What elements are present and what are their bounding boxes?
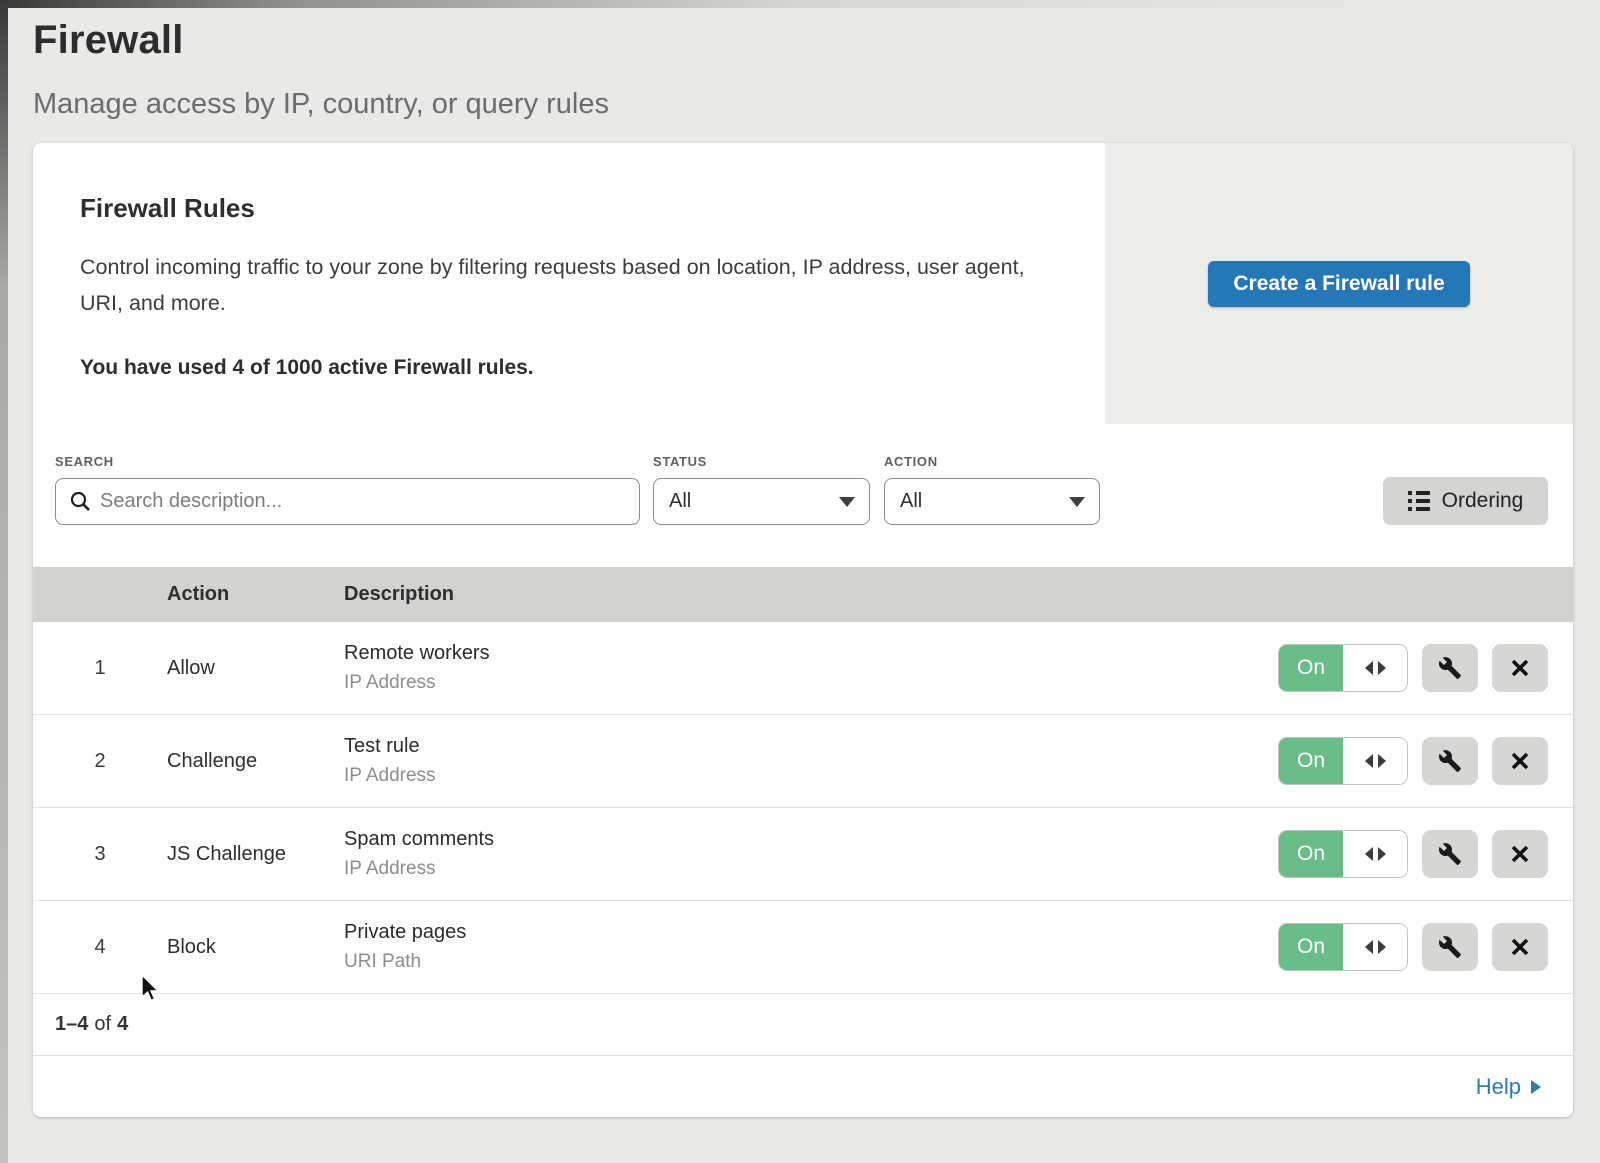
pagination: 1–4 of 4 (33, 994, 1573, 1055)
close-icon (1509, 843, 1531, 865)
rule-description: Test rule (344, 735, 1278, 758)
ordering-label: Ordering (1442, 489, 1524, 513)
status-field: STATUS All (653, 454, 870, 525)
pagination-range: 1–4 (55, 1013, 88, 1036)
chevron-down-icon (1069, 497, 1085, 507)
toggle-on-label: On (1279, 924, 1343, 970)
close-icon (1509, 936, 1531, 958)
rule-description-cell: Test rule IP Address (344, 735, 1278, 787)
search-input[interactable] (55, 478, 640, 525)
chevron-down-icon (839, 497, 855, 507)
search-icon (69, 490, 92, 513)
action-label: ACTION (884, 454, 1100, 469)
delete-rule-button[interactable] (1492, 644, 1548, 692)
toggle-on-label: On (1279, 645, 1343, 691)
rule-match-field: IP Address (344, 765, 1278, 787)
filter-bar: SEARCH STATUS All ACTION All (33, 424, 1573, 567)
rule-enabled-toggle[interactable]: On (1278, 737, 1408, 785)
page-subtitle: Manage access by IP, country, or query r… (33, 85, 1600, 123)
rule-description-cell: Remote workers IP Address (344, 642, 1278, 694)
ordering-button[interactable]: Ordering (1383, 477, 1548, 525)
edit-rule-button[interactable] (1422, 830, 1478, 878)
toggle-on-label: On (1279, 738, 1343, 784)
status-select[interactable]: All (653, 478, 870, 525)
help-link[interactable]: Help (1476, 1074, 1541, 1100)
firewall-rules-card: Firewall Rules Control incoming traffic … (33, 143, 1573, 1117)
page-header: Firewall Manage access by IP, country, o… (0, 0, 1600, 123)
rule-description: Spam comments (344, 828, 1278, 851)
column-header-description: Description (344, 583, 1573, 606)
rule-action: Challenge (167, 750, 344, 773)
action-selected-value: All (900, 490, 922, 513)
card-footer: Help (33, 1055, 1573, 1117)
create-firewall-rule-button[interactable]: Create a Firewall rule (1208, 261, 1469, 307)
toggle-on-label: On (1279, 831, 1343, 877)
window-edge-left (0, 0, 8, 1163)
table-row: 1 Allow Remote workers IP Address On (33, 622, 1573, 715)
rule-priority: 2 (33, 750, 167, 773)
edit-rule-button[interactable] (1422, 737, 1478, 785)
rule-enabled-toggle[interactable]: On (1278, 830, 1408, 878)
usage-note: You have used 4 of 1000 active Firewall … (80, 356, 1065, 380)
rule-controls: On (1278, 644, 1548, 692)
rule-action: JS Challenge (167, 843, 344, 866)
help-arrow-icon (1531, 1080, 1541, 1094)
delete-rule-button[interactable] (1492, 830, 1548, 878)
delete-rule-button[interactable] (1492, 923, 1548, 971)
pagination-total: 4 (117, 1013, 128, 1036)
rule-enabled-toggle[interactable]: On (1278, 644, 1408, 692)
toggle-arrows-icon (1343, 831, 1407, 877)
window-edge-top (0, 0, 1600, 8)
column-header-action: Action (167, 583, 344, 606)
table-row: 3 JS Challenge Spam comments IP Address … (33, 808, 1573, 901)
card-top-section: Firewall Rules Control incoming traffic … (33, 143, 1573, 424)
rule-description-cell: Spam comments IP Address (344, 828, 1278, 880)
status-label: STATUS (653, 454, 870, 469)
rule-action: Block (167, 936, 344, 959)
toggle-arrows-icon (1343, 924, 1407, 970)
rule-match-field: IP Address (344, 672, 1278, 694)
search-label: SEARCH (55, 454, 640, 469)
create-rule-panel: Create a Firewall rule (1105, 143, 1573, 424)
delete-rule-button[interactable] (1492, 737, 1548, 785)
action-field: ACTION All (884, 454, 1100, 525)
edit-rule-button[interactable] (1422, 923, 1478, 971)
pagination-of: of (94, 1013, 111, 1036)
rule-match-field: IP Address (344, 858, 1278, 880)
rule-priority: 3 (33, 843, 167, 866)
close-icon (1509, 657, 1531, 679)
wrench-icon (1438, 749, 1462, 773)
rule-priority: 1 (33, 657, 167, 680)
wrench-icon (1438, 842, 1462, 866)
rule-description: Remote workers (344, 642, 1278, 665)
ordering-list-icon (1408, 491, 1430, 511)
action-select[interactable]: All (884, 478, 1100, 525)
table-header: Action Description (33, 567, 1573, 622)
rule-controls: On (1278, 737, 1548, 785)
rule-priority: 4 (33, 936, 167, 959)
toggle-arrows-icon (1343, 738, 1407, 784)
page-title: Firewall (33, 16, 1600, 64)
help-label: Help (1476, 1074, 1521, 1100)
edit-rule-button[interactable] (1422, 644, 1478, 692)
card-heading: Firewall Rules (80, 193, 1065, 224)
rule-enabled-toggle[interactable]: On (1278, 923, 1408, 971)
toggle-arrows-icon (1343, 645, 1407, 691)
status-selected-value: All (669, 490, 691, 513)
card-description: Control incoming traffic to your zone by… (80, 249, 1030, 321)
rule-description-cell: Private pages URI Path (344, 921, 1278, 973)
rule-match-field: URI Path (344, 951, 1278, 973)
table-row: 4 Block Private pages URI Path On (33, 901, 1573, 994)
rule-controls: On (1278, 923, 1548, 971)
rule-description: Private pages (344, 921, 1278, 944)
rule-action: Allow (167, 657, 344, 680)
search-field: SEARCH (55, 454, 640, 525)
rules-info: Firewall Rules Control incoming traffic … (33, 143, 1105, 424)
wrench-icon (1438, 935, 1462, 959)
wrench-icon (1438, 656, 1462, 680)
close-icon (1509, 750, 1531, 772)
rule-controls: On (1278, 830, 1548, 878)
search-input-wrap (55, 478, 640, 525)
table-row: 2 Challenge Test rule IP Address On (33, 715, 1573, 808)
